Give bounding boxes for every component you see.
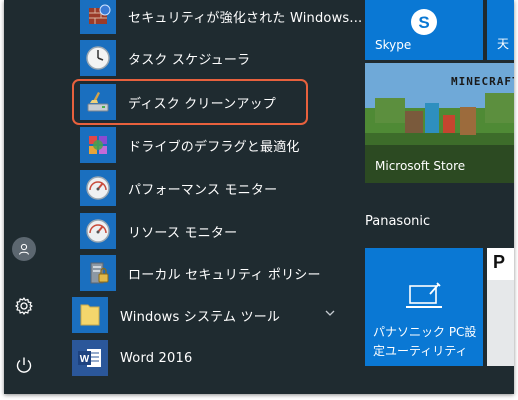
app-item-windows-firewall[interactable]: セキュリティが強化された Windows... (80, 0, 362, 36)
tile-skype[interactable]: S Skype (365, 0, 483, 60)
minecraft-logo-text: MINECRAFT (451, 75, 514, 88)
app-label: リソース モニター (128, 225, 238, 241)
app-item-task-scheduler[interactable]: タスク スケジューラ (80, 38, 250, 78)
defrag-icon (80, 127, 116, 163)
power-icon (16, 357, 32, 373)
svg-text:W: W (80, 354, 90, 365)
user-avatar-button[interactable] (12, 237, 36, 261)
folder-icon (72, 297, 108, 333)
tile-label: Microsoft Store (375, 159, 466, 173)
tile-partial-top[interactable]: 天 (487, 0, 514, 60)
gear-icon (15, 297, 33, 315)
app-item-defrag[interactable]: ドライブのデフラグと最適化 (80, 125, 300, 165)
folder-label: Windows システム ツール (120, 309, 281, 325)
tile-label: P (493, 252, 506, 272)
app-label: パフォーマンス モニター (128, 182, 278, 198)
start-rail (4, 0, 44, 394)
laptop-wrench-icon (406, 282, 442, 308)
chevron-down-icon (325, 310, 335, 316)
app-label: Word 2016 (120, 350, 193, 366)
app-label: セキュリティが強化された Windows... (128, 10, 363, 26)
tile-panasonic-pc-settings[interactable]: パナソニック PC設 定ユーティリティ (365, 248, 483, 366)
gauge-icon (80, 170, 116, 206)
tile-label-line1: パナソニック PC設 (373, 325, 477, 339)
tile-label-line2: 定ユーティリティ (373, 344, 468, 358)
security-policy-icon (80, 255, 116, 291)
tile-image (487, 280, 514, 366)
settings-button[interactable] (10, 292, 38, 320)
app-label: タスク スケジューラ (128, 52, 251, 68)
start-menu: セキュリティが強化された Windows... タスク スケジューラ ディスク … (4, 0, 514, 394)
tile-label: Skype (375, 38, 412, 52)
skype-icon: S (411, 9, 437, 35)
tile-label: 天 (497, 37, 510, 51)
app-item-local-security-policy[interactable]: ローカル セキュリティ ポリシー (80, 253, 321, 293)
tile-microsoft-store[interactable]: MINECRAFT Microsoft Store (365, 63, 514, 183)
app-item-resource-monitor[interactable]: リソース モニター (80, 211, 237, 251)
tile-partial-bottom[interactable]: P (487, 248, 514, 366)
tile-group-title: Panasonic (365, 214, 431, 229)
firewall-icon (80, 0, 116, 34)
tile-area: S Skype 天 MINECRAFT Microsoft Store Pana… (349, 0, 514, 394)
app-label: ドライブのデフラグと最適化 (128, 139, 300, 155)
clock-icon (80, 40, 116, 76)
power-button[interactable] (10, 351, 38, 379)
app-label: ローカル セキュリティ ポリシー (128, 267, 321, 283)
folder-windows-system-tools[interactable]: Windows システム ツール (72, 295, 344, 335)
app-item-performance-monitor[interactable]: パフォーマンス モニター (80, 168, 277, 208)
word-icon: W (72, 340, 108, 376)
app-item-word-2016[interactable]: W Word 2016 (72, 338, 344, 378)
user-icon (19, 243, 29, 255)
app-list: セキュリティが強化された Windows... タスク スケジューラ ディスク … (44, 0, 362, 394)
gauge-icon (80, 213, 116, 249)
highlight-box (72, 79, 308, 125)
svg-text:S: S (418, 13, 429, 32)
